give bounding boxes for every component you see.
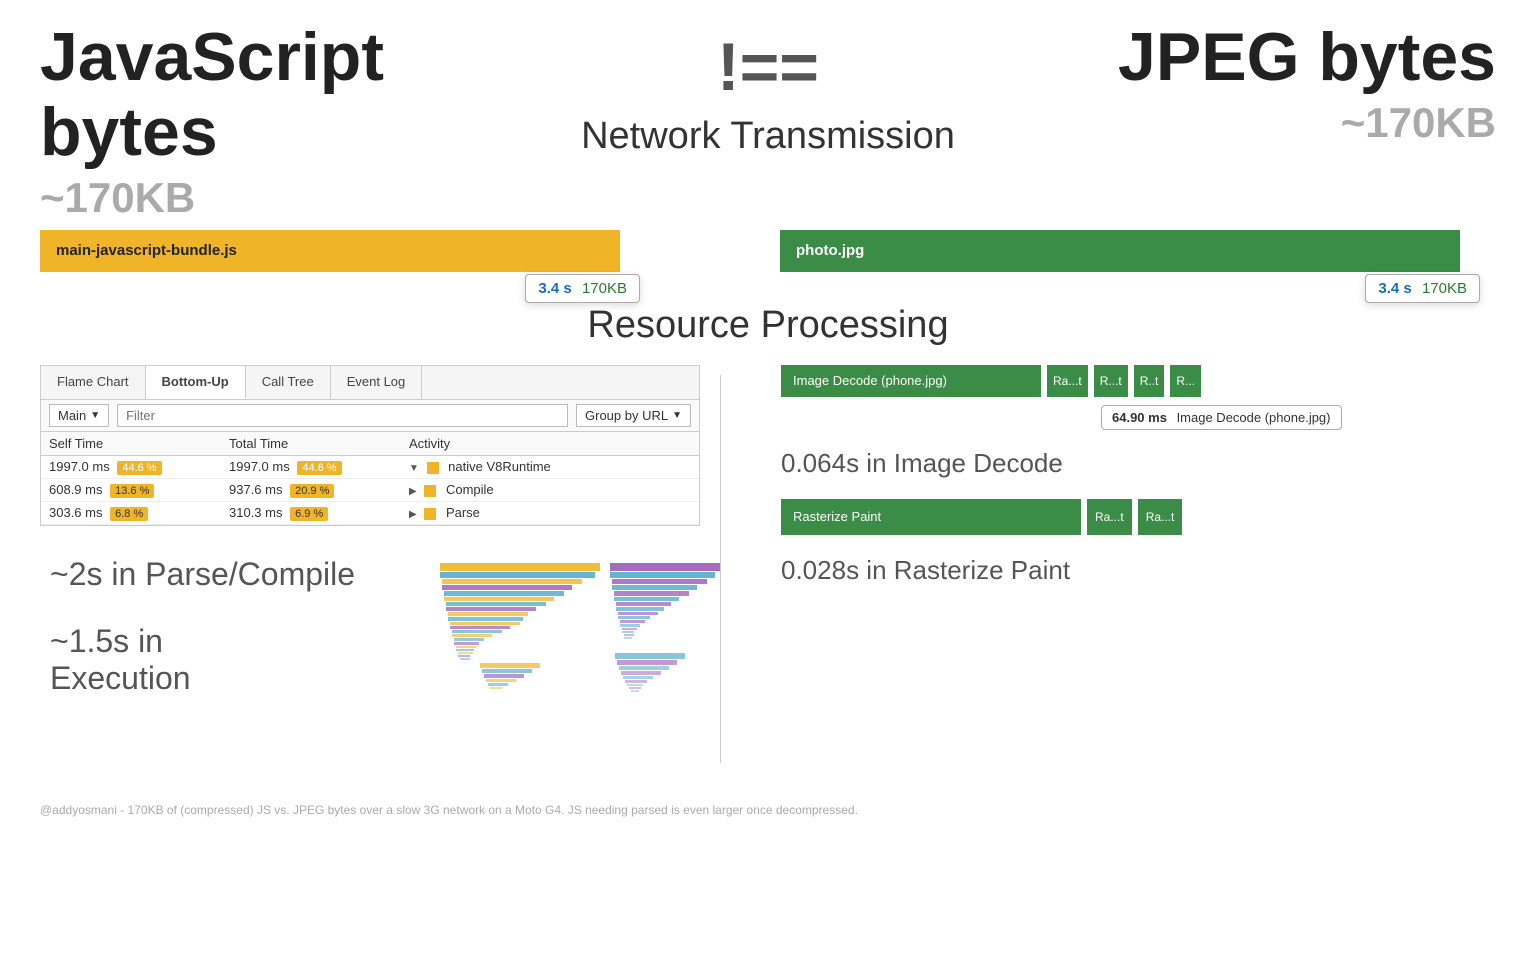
js-network-bar: main-javascript-bundle.js — [40, 230, 620, 272]
js-bar-container: main-javascript-bundle.js 3.4 s 170KB — [40, 230, 620, 272]
jpeg-bar-label: photo.jpg — [796, 242, 864, 259]
decode-main-bar: Image Decode (phone.jpg) — [781, 365, 1041, 397]
decode-tooltip-ms: 64.90 ms — [1112, 410, 1167, 425]
rasterize-small-bar-1: Ra...t — [1138, 499, 1183, 535]
main-dropdown[interactable]: Main ▼ — [49, 404, 109, 427]
js-tooltip-time: 3.4 s — [538, 280, 571, 297]
image-decode-section: Image Decode (phone.jpg) Ra...t R...t R.… — [781, 365, 1516, 430]
decode-tooltip-label: Image Decode (phone.jpg) — [1177, 410, 1331, 425]
devtools-panel: Flame Chart Bottom-Up Call Tree Event Lo… — [40, 365, 700, 526]
jpeg-bytes-column: JPEG bytes ~170KB — [1076, 20, 1496, 147]
rasterize-main-bar: Rasterize Paint — [781, 499, 1081, 535]
self-time-cell: 608.9 ms 13.6 % — [41, 478, 221, 501]
tab-bottom-up[interactable]: Bottom-Up — [146, 366, 246, 399]
table-header: Self Time Total Time Activity — [41, 432, 699, 456]
bottom-section: Flame Chart Bottom-Up Call Tree Event Lo… — [0, 365, 1536, 763]
activity-icon-1 — [424, 485, 436, 497]
activity-cell: ▶ Compile — [401, 478, 699, 501]
group-by-caret: ▼ — [672, 410, 682, 421]
total-time-badge-2: 6.9 % — [290, 507, 328, 521]
table-row[interactable]: 1997.0 ms 44.6 % 1997.0 ms 44.6 % ▼ nati… — [41, 455, 699, 478]
decode-tooltip-wrapper: 64.90 ms Image Decode (phone.jpg) — [841, 401, 1516, 430]
js-bar-label: main-javascript-bundle.js — [56, 242, 237, 259]
jpeg-network-bar: photo.jpg — [780, 230, 1460, 272]
rasterize-small-bar-0: Ra...t — [1087, 499, 1132, 535]
js-bytes-column: JavaScript bytes ~170KB — [40, 20, 460, 222]
resource-processing-title: Resource Processing — [0, 304, 1536, 347]
execution-label: ~1.5s in Execution — [50, 623, 260, 697]
neq-column: !== Network Transmission — [460, 20, 1076, 158]
devtools-table: Self Time Total Time Activity 1997.0 ms … — [41, 432, 699, 525]
activity-icon-2 — [424, 508, 436, 520]
decode-small-bar-2: R..t — [1134, 365, 1165, 397]
total-time-cell: 1997.0 ms 44.6 % — [221, 455, 401, 478]
tab-call-tree[interactable]: Call Tree — [246, 366, 331, 399]
self-time-badge-2: 6.8 % — [110, 507, 148, 521]
activity-cell: ▼ native V8Runtime — [401, 455, 699, 478]
network-bars-section: main-javascript-bundle.js 3.4 s 170KB ph… — [0, 222, 1536, 280]
activity-icon-0 — [427, 462, 439, 474]
expand-triangle-0[interactable]: ▼ — [409, 463, 419, 474]
js-bytes-size: ~170KB — [40, 174, 195, 222]
rasterize-section: Rasterize Paint Ra...t Ra...t — [781, 499, 1516, 535]
network-transmission-title: Network Transmission — [581, 115, 955, 158]
expand-triangle-2[interactable]: ▶ — [409, 509, 417, 520]
devtools-toolbar: Main ▼ Group by URL ▼ — [41, 400, 699, 432]
js-tooltip-size: 170KB — [582, 280, 627, 297]
decode-small-bar-0: Ra...t — [1047, 365, 1088, 397]
total-time-cell: 310.3 ms 6.9 % — [221, 501, 401, 524]
th-self-time: Self Time — [41, 432, 221, 456]
th-activity: Activity — [401, 432, 699, 456]
table-row[interactable]: 608.9 ms 13.6 % 937.6 ms 20.9 % ▶ Compil… — [41, 478, 699, 501]
group-by-dropdown[interactable]: Group by URL ▼ — [576, 404, 691, 427]
table-row[interactable]: 303.6 ms 6.8 % 310.3 ms 6.9 % ▶ Parse — [41, 501, 699, 524]
left-column: Flame Chart Bottom-Up Call Tree Event Lo… — [20, 365, 720, 763]
rasterize-caption: 0.028s in Rasterize Paint — [781, 555, 1516, 586]
rasterize-bar-row: Rasterize Paint Ra...t Ra...t — [781, 499, 1516, 535]
top-section: JavaScript bytes ~170KB !== Network Tran… — [0, 0, 1536, 222]
total-time-badge-1: 20.9 % — [290, 484, 334, 498]
self-time-cell: 1997.0 ms 44.6 % — [41, 455, 221, 478]
decode-small-bar-3: R... — [1170, 365, 1201, 397]
self-time-badge-0: 44.6 % — [117, 461, 161, 475]
execution-row: ~1.5s in Execution — [20, 603, 720, 763]
jpeg-tooltip-time: 3.4 s — [1378, 280, 1411, 297]
total-time-badge-0: 44.6 % — [297, 461, 341, 475]
tab-event-log[interactable]: Event Log — [331, 366, 423, 399]
decode-caption: 0.064s in Image Decode — [781, 448, 1516, 479]
decode-bar-row: Image Decode (phone.jpg) Ra...t R...t R.… — [781, 365, 1516, 397]
decode-tooltip: 64.90 ms Image Decode (phone.jpg) — [1101, 405, 1342, 430]
jpeg-bytes-size: ~170KB — [1341, 99, 1496, 147]
th-total-time: Total Time — [221, 432, 401, 456]
jpeg-tooltip: 3.4 s 170KB — [1365, 274, 1480, 303]
jpeg-bytes-title: JPEG bytes — [1118, 20, 1496, 95]
activity-cell: ▶ Parse — [401, 501, 699, 524]
main-dropdown-caret: ▼ — [90, 410, 100, 421]
flame-chart-svg — [440, 563, 720, 763]
devtools-tab-bar: Flame Chart Bottom-Up Call Tree Event Lo… — [41, 366, 699, 400]
js-tooltip: 3.4 s 170KB — [525, 274, 640, 303]
flame-chart-area — [440, 563, 720, 763]
self-time-cell: 303.6 ms 6.8 % — [41, 501, 221, 524]
tab-flame-chart[interactable]: Flame Chart — [41, 366, 146, 399]
filter-input[interactable] — [117, 404, 568, 427]
footer: @addyosmani - 170KB of (compressed) JS v… — [0, 773, 1536, 827]
decode-small-bar-1: R...t — [1094, 365, 1128, 397]
jpeg-tooltip-size: 170KB — [1422, 280, 1467, 297]
neq-symbol: !== — [717, 30, 819, 105]
js-bytes-title: JavaScript bytes — [40, 20, 460, 170]
self-time-badge-1: 13.6 % — [110, 484, 154, 498]
right-column: Image Decode (phone.jpg) Ra...t R...t R.… — [721, 365, 1516, 606]
total-time-cell: 937.6 ms 20.9 % — [221, 478, 401, 501]
jpeg-bar-container: photo.jpg 3.4 s 170KB — [780, 230, 1460, 272]
expand-triangle-1[interactable]: ▶ — [409, 486, 417, 497]
